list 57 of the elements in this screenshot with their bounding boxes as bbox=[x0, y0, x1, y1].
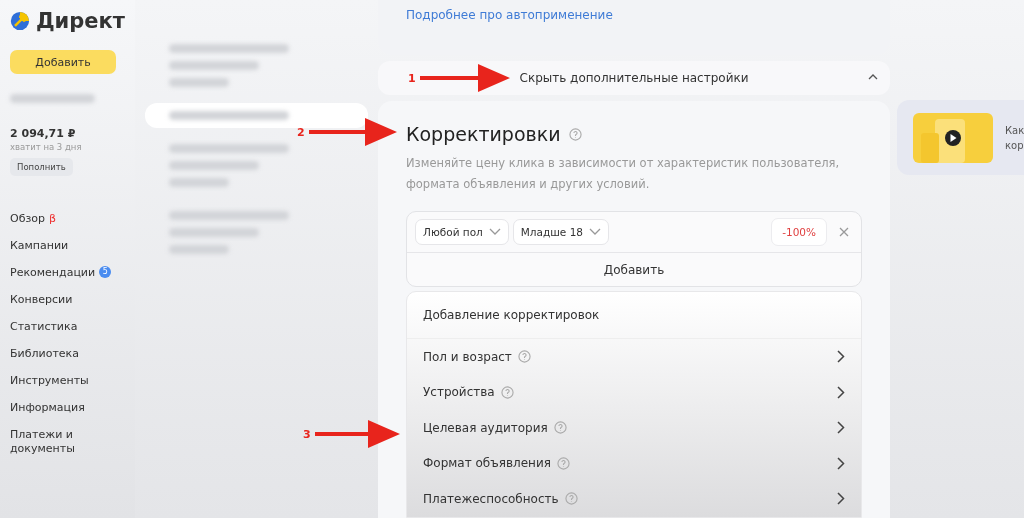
add-correction-button[interactable]: Добавить bbox=[407, 252, 861, 286]
nav-item[interactable]: Конверсии bbox=[10, 293, 125, 307]
percent-field[interactable]: -100% bbox=[771, 218, 827, 246]
menu-item[interactable]: Устройства bbox=[407, 374, 861, 410]
menu-item[interactable]: Целевая аудитория bbox=[407, 410, 861, 446]
menu-item-label: Пол и возраст bbox=[423, 349, 512, 364]
menu-title: Добавление корректировок bbox=[407, 292, 861, 339]
menu-item[interactable]: Формат объявления bbox=[407, 445, 861, 481]
chevron-right-icon bbox=[837, 456, 845, 470]
menu-item-label: Устройства bbox=[423, 385, 495, 400]
filter-dropdown[interactable]: Младше 18 bbox=[512, 219, 610, 245]
help-icon bbox=[553, 421, 567, 435]
video-card[interactable]: Как кор bbox=[897, 100, 1024, 175]
help-icon bbox=[568, 127, 582, 141]
chevron-icon bbox=[868, 73, 878, 81]
campaign-item[interactable] bbox=[145, 103, 368, 128]
video-caption: кор bbox=[1005, 139, 1024, 151]
menu-item[interactable]: Пол и возраст bbox=[407, 339, 861, 375]
annotation-number: 3 bbox=[303, 427, 311, 441]
chevron-right-icon bbox=[837, 492, 845, 506]
chevron-right-icon bbox=[837, 385, 845, 399]
add-button[interactable]: Добавить bbox=[10, 50, 116, 74]
chevron-right-icon bbox=[837, 421, 845, 435]
caret-icon bbox=[488, 228, 501, 236]
nav-item[interactable]: Информация bbox=[10, 401, 125, 415]
section-title: Корректировки bbox=[406, 123, 561, 145]
annotation-number: 2 bbox=[297, 125, 305, 139]
menu-item-label: Формат объявления bbox=[423, 456, 551, 471]
chevron-right-icon bbox=[837, 350, 845, 364]
nav-item[interactable]: Библиотека bbox=[10, 347, 125, 361]
balance-note: хватит на 3 дня bbox=[10, 142, 83, 152]
balance: 2 094,71 ₽ bbox=[10, 127, 77, 140]
menu-item-label: Платежеспособность bbox=[423, 491, 559, 506]
logo-icon bbox=[10, 9, 30, 33]
filter-dropdown[interactable]: Любой пол bbox=[415, 219, 509, 245]
help-icon bbox=[564, 492, 578, 506]
close-icon[interactable] bbox=[839, 227, 849, 237]
menu-item[interactable]: Платежеспособность bbox=[407, 481, 861, 517]
nav-item[interactable]: Платежи и документы bbox=[10, 428, 125, 456]
caret-icon bbox=[589, 228, 602, 236]
nav-item[interactable]: Кампании bbox=[10, 239, 125, 253]
autoapply-link[interactable]: Подробнее про автоприменение bbox=[406, 8, 613, 22]
help-icon bbox=[517, 350, 531, 364]
nav-item[interactable]: Рекомендации 5 bbox=[10, 266, 125, 280]
help-icon bbox=[500, 385, 514, 399]
annotation-number: 1 bbox=[408, 71, 416, 85]
beta-mark: β bbox=[49, 212, 57, 226]
top-up-button[interactable]: Пополнить bbox=[10, 158, 73, 176]
count-badge: 5 bbox=[99, 266, 112, 278]
help-icon bbox=[556, 456, 570, 470]
app-title: Директ bbox=[35, 9, 125, 33]
nav-item[interactable]: Статистика bbox=[10, 320, 125, 334]
nav-item[interactable]: Обзор β bbox=[10, 212, 125, 226]
menu-item-label: Целевая аудитория bbox=[423, 420, 548, 435]
nav-item[interactable]: Инструменты bbox=[10, 374, 125, 388]
video-caption: Как bbox=[1005, 124, 1024, 136]
section-description: Изменяйте цену клика в зависимости от характеристик пользователя, формата объявления и других условий. bbox=[406, 155, 841, 193]
